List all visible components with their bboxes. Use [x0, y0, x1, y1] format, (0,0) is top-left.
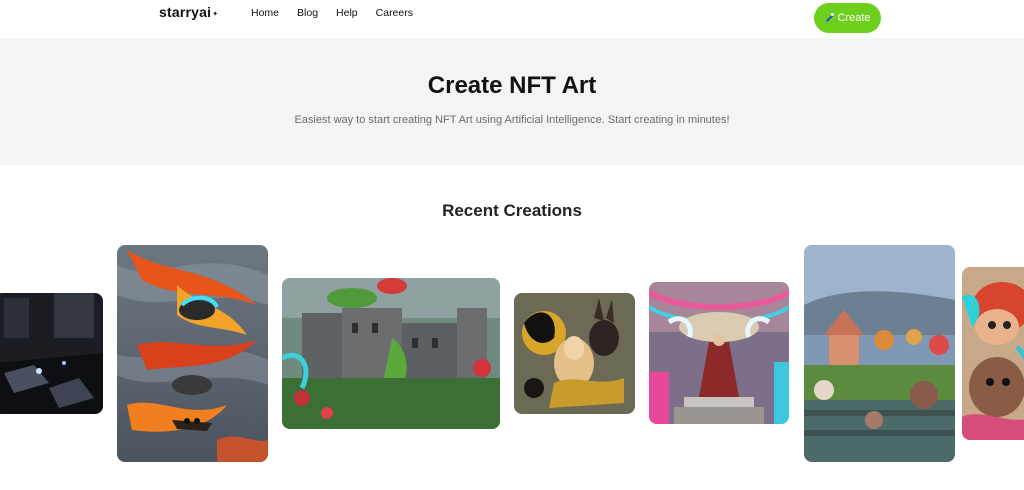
page-title: Create NFT Art — [427, 72, 597, 99]
recent-creations-heading: Recent Creations — [442, 201, 582, 220]
artwork-card-stadium[interactable] — [804, 245, 955, 462]
create-button[interactable]: Create — [814, 3, 881, 33]
artwork-image — [804, 245, 955, 462]
top-nav: starryai ✦ Home Blog Help Careers Create — [0, 0, 1024, 38]
artwork-image — [649, 282, 789, 424]
artwork-image — [282, 278, 500, 429]
artwork-card-dark-room[interactable] — [0, 293, 103, 414]
artwork-card-castle[interactable] — [282, 278, 500, 429]
create-button-label: Create — [837, 12, 871, 24]
artwork-image — [0, 293, 103, 414]
artwork-card-monk-temple[interactable] — [649, 282, 789, 424]
magic-wand-icon — [824, 13, 835, 23]
nav-link-blog[interactable]: Blog — [297, 7, 318, 19]
artwork-card-baroque-rabbit[interactable] — [514, 293, 635, 414]
hero-subtitle: Easiest way to start creating NFT Art us… — [294, 114, 730, 126]
artwork-image — [117, 245, 268, 462]
hero-banner: Create NFT Art Easiest way to start crea… — [0, 38, 1024, 165]
nav-link-help[interactable]: Help — [336, 7, 358, 19]
nav-link-careers[interactable]: Careers — [376, 7, 413, 19]
artwork-image — [514, 293, 635, 414]
nav-link-home[interactable]: Home — [251, 7, 279, 19]
brand-logo-text: starryai — [159, 4, 212, 20]
artwork-image — [962, 267, 1024, 440]
artwork-card-fire-water[interactable] — [117, 245, 268, 462]
logo-star-icon: ✦ — [212, 11, 219, 18]
artwork-card-colorful-faces[interactable] — [962, 267, 1024, 440]
nav-links: Home Blog Help Careers — [251, 7, 431, 19]
brand-logo[interactable]: starryai ✦ — [159, 4, 218, 20]
